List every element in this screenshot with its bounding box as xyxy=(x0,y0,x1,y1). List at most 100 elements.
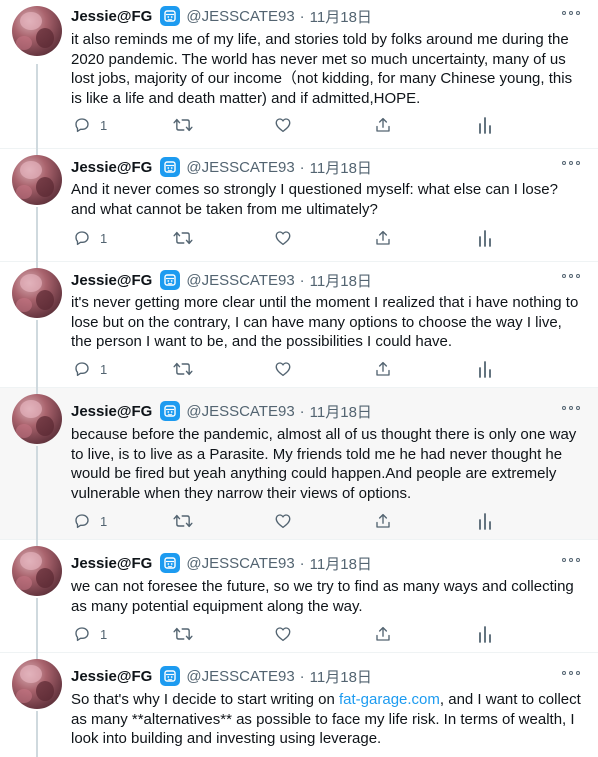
author-name[interactable]: Jessie@FG xyxy=(71,555,152,572)
like-button[interactable] xyxy=(274,227,292,249)
tweet[interactable]: Jessie@FG @JESSCATE93 · 11月18日 So that's… xyxy=(0,653,598,757)
avatar[interactable] xyxy=(12,268,62,318)
reply-button[interactable]: 1 xyxy=(73,114,107,136)
emoji-badge-icon xyxy=(160,401,181,421)
analytics-button[interactable] xyxy=(477,510,493,532)
tweet[interactable]: Jessie@FG @JESSCATE93 · 11月18日 it's neve… xyxy=(0,262,598,388)
tweet-actions: 1 xyxy=(71,623,501,645)
analytics-icon xyxy=(479,117,491,134)
more-icon[interactable] xyxy=(562,160,580,166)
analytics-icon xyxy=(479,230,491,247)
thread-line xyxy=(36,446,38,540)
author-handle[interactable]: @JESSCATE93 xyxy=(186,8,294,25)
retweet-button[interactable] xyxy=(173,358,193,380)
emoji-badge-icon xyxy=(160,270,181,290)
reply-button[interactable]: 1 xyxy=(73,510,107,532)
avatar[interactable] xyxy=(12,155,62,205)
retweet-icon xyxy=(173,514,193,528)
author-name[interactable]: Jessie@FG xyxy=(71,159,152,176)
retweet-button[interactable] xyxy=(173,510,193,532)
share-button[interactable] xyxy=(374,227,392,249)
more-icon[interactable] xyxy=(562,10,580,16)
author-name[interactable]: Jessie@FG xyxy=(71,668,152,685)
like-button[interactable] xyxy=(274,358,292,380)
reply-button[interactable]: 1 xyxy=(73,358,107,380)
tweet[interactable]: Jessie@FG @JESSCATE93 · 11月18日 it also r… xyxy=(0,0,598,149)
tweet[interactable]: Jessie@FG @JESSCATE93 · 11月18日 And it ne… xyxy=(0,149,598,262)
retweet-icon xyxy=(173,231,193,245)
like-button[interactable] xyxy=(274,623,292,645)
author-handle[interactable]: @JESSCATE93 xyxy=(186,403,294,420)
share-button[interactable] xyxy=(374,510,392,532)
separator: · xyxy=(299,7,305,25)
tweet-link[interactable]: fat-garage.com xyxy=(339,691,440,708)
more-icon[interactable] xyxy=(562,670,580,676)
author-name[interactable]: Jessie@FG xyxy=(71,8,152,25)
reply-button[interactable]: 1 xyxy=(73,623,107,645)
tweet-date[interactable]: 11月18日 xyxy=(310,401,372,422)
separator: · xyxy=(299,271,305,289)
more-icon[interactable] xyxy=(562,557,580,563)
share-button[interactable] xyxy=(374,623,392,645)
share-icon xyxy=(376,626,390,641)
reply-count: 1 xyxy=(100,513,108,529)
author-handle[interactable]: @JESSCATE93 xyxy=(186,159,294,176)
reply-icon xyxy=(75,362,89,377)
analytics-button[interactable] xyxy=(477,358,493,380)
tweet-actions: 1 xyxy=(71,358,501,380)
analytics-icon xyxy=(479,626,491,643)
tweet-date[interactable]: 11月18日 xyxy=(310,270,372,291)
tweet-actions: 1 xyxy=(71,227,501,249)
analytics-icon xyxy=(479,361,491,378)
tweet-header: Jessie@FG @JESSCATE93 · 11月18日 xyxy=(71,6,372,26)
thread-line xyxy=(36,320,38,388)
like-button[interactable] xyxy=(274,114,292,136)
tweet-header: Jessie@FG @JESSCATE93 · 11月18日 xyxy=(71,553,372,573)
tweet-text: because before the pandemic, almost all … xyxy=(71,426,577,502)
tweet-date[interactable]: 11月18日 xyxy=(310,157,372,178)
emoji-badge-icon xyxy=(160,666,181,686)
tweet[interactable]: Jessie@FG @JESSCATE93 · 11月18日 because b… xyxy=(0,388,598,540)
tweet-date[interactable]: 11月18日 xyxy=(310,666,372,687)
author-name[interactable]: Jessie@FG xyxy=(71,403,152,420)
tweet-actions: 1 xyxy=(71,510,501,532)
tweet-date[interactable]: 11月18日 xyxy=(310,553,372,574)
reply-count: 1 xyxy=(100,230,108,246)
thread-line xyxy=(36,711,38,757)
reply-count: 1 xyxy=(100,117,108,133)
author-handle[interactable]: @JESSCATE93 xyxy=(186,668,294,685)
share-button[interactable] xyxy=(374,114,392,136)
author-name[interactable]: Jessie@FG xyxy=(71,272,152,289)
author-handle[interactable]: @JESSCATE93 xyxy=(186,272,294,289)
retweet-button[interactable] xyxy=(173,227,193,249)
author-handle[interactable]: @JESSCATE93 xyxy=(186,555,294,572)
tweet-text: we can not foresee the future, so we try… xyxy=(71,578,574,615)
separator: · xyxy=(299,402,305,420)
avatar[interactable] xyxy=(12,659,62,709)
analytics-button[interactable] xyxy=(477,114,493,136)
like-button[interactable] xyxy=(274,510,292,532)
reply-icon xyxy=(75,627,89,642)
share-icon xyxy=(376,361,390,376)
reply-icon xyxy=(75,231,89,246)
more-icon[interactable] xyxy=(562,405,580,411)
avatar[interactable] xyxy=(12,546,62,596)
retweet-button[interactable] xyxy=(173,114,193,136)
more-icon[interactable] xyxy=(562,273,580,279)
share-button[interactable] xyxy=(374,358,392,380)
avatar[interactable] xyxy=(12,394,62,444)
like-icon xyxy=(275,362,291,377)
reply-icon xyxy=(75,118,89,133)
tweet-actions: 1 xyxy=(71,114,501,136)
tweet[interactable]: Jessie@FG @JESSCATE93 · 11月18日 we can no… xyxy=(0,540,598,653)
tweet-header: Jessie@FG @JESSCATE93 · 11月18日 xyxy=(71,666,372,686)
share-icon xyxy=(376,513,390,528)
retweet-button[interactable] xyxy=(173,623,193,645)
retweet-icon xyxy=(173,627,193,641)
reply-button[interactable]: 1 xyxy=(73,227,107,249)
tweet-date[interactable]: 11月18日 xyxy=(310,6,372,27)
avatar[interactable] xyxy=(12,6,62,56)
analytics-button[interactable] xyxy=(477,227,493,249)
emoji-badge-icon xyxy=(160,6,181,26)
analytics-button[interactable] xyxy=(477,623,493,645)
